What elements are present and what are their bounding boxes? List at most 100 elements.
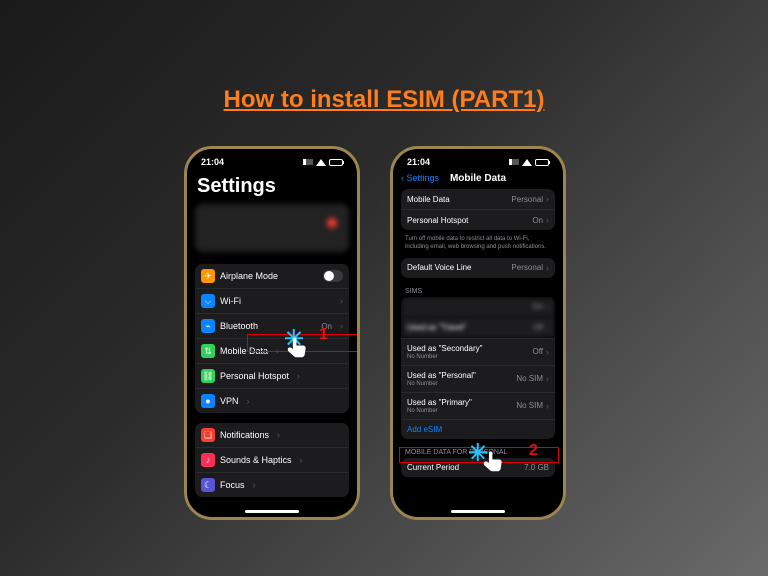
row-label: Wi-Fi <box>220 296 241 306</box>
row-sim[interactable]: Used as "Secondary"No Number Off › <box>401 338 555 365</box>
row-value: On <box>532 302 543 311</box>
row-value: Off <box>532 323 543 332</box>
nav-title: Mobile Data <box>401 173 555 184</box>
settings-heading: Settings <box>195 171 349 204</box>
pointer-hand-icon <box>283 335 311 363</box>
link-icon: ⛓ <box>201 369 215 383</box>
chevron-right-icon: › <box>546 374 549 384</box>
group-voice-line: Default Voice Line Personal › <box>401 258 555 278</box>
row-label: Mobile Data <box>407 195 450 204</box>
row-label: Used as "Travel" <box>407 323 466 332</box>
phone-mobile-data: 21:04 ‹ Settings Mobile Data Mobile Data… <box>390 146 566 520</box>
row-value: No SIM <box>516 374 543 383</box>
nav-header: ‹ Settings Mobile Data <box>401 171 555 189</box>
chevron-right-icon: › <box>546 347 549 357</box>
row-value: Off <box>532 347 543 356</box>
status-bar: 21:04 <box>401 155 555 171</box>
airplane-icon: ✈ <box>201 269 215 283</box>
account-row-blurred[interactable] <box>195 204 349 252</box>
row-personal-hotspot[interactable]: Personal Hotspot On › <box>401 209 555 230</box>
section-sims: SIMs <box>401 282 555 297</box>
battery-icon <box>535 159 549 166</box>
row-mobile-data-line[interactable]: Mobile Data Personal › <box>401 189 555 209</box>
row-add-esim[interactable]: Add eSIM <box>401 419 555 439</box>
row-label: Default Voice Line <box>407 263 472 272</box>
group-mobile-data: Mobile Data Personal › Personal Hotspot … <box>401 189 555 230</box>
row-label: Personal Hotspot <box>220 371 289 381</box>
row-sim[interactable]: Used as "Travel" Off › <box>401 317 555 338</box>
chevron-right-icon: › <box>340 296 343 306</box>
status-right <box>303 159 343 166</box>
row-sounds[interactable]: ♪ Sounds & Haptics › <box>195 447 349 472</box>
row-label: Focus <box>220 480 245 490</box>
add-esim-label: Add eSIM <box>407 425 442 434</box>
badge-icon <box>327 218 337 228</box>
row-airplane-mode[interactable]: ✈ Airplane Mode <box>195 264 349 288</box>
row-label: Bluetooth <box>220 321 258 331</box>
chevron-right-icon: › <box>276 346 279 356</box>
bluetooth-icon: ⌁ <box>201 319 215 333</box>
settings-group-notifications: ❑ Notifications › ♪ Sounds & Haptics › ☾… <box>195 423 349 497</box>
row-value: No SIM <box>516 401 543 410</box>
phone-pair: 21:04 Settings ✈ Airplane Mode ⌵ Wi-Fi › <box>184 146 566 520</box>
wifi-icon <box>522 159 532 166</box>
row-wifi[interactable]: ⌵ Wi-Fi › <box>195 288 349 313</box>
chevron-right-icon: › <box>546 302 549 312</box>
row-label: VPN <box>220 396 239 406</box>
row-value: On <box>532 216 543 225</box>
group-sims: On › Used as "Travel" Off › Used as "Sec… <box>401 297 555 439</box>
globe-icon: ● <box>201 394 215 408</box>
row-sub: No Number <box>407 408 472 414</box>
row-value: Personal <box>511 263 543 272</box>
chevron-right-icon: › <box>300 455 303 465</box>
chevron-right-icon: › <box>247 396 250 406</box>
row-sub: No Number <box>407 381 476 387</box>
callout-number-1: 1 <box>319 327 328 343</box>
home-indicator[interactable] <box>451 510 505 513</box>
row-sim[interactable]: Used as "Primary"No Number No SIM › <box>401 392 555 419</box>
chevron-right-icon: › <box>546 323 549 333</box>
row-focus[interactable]: ☾ Focus › <box>195 472 349 497</box>
chevron-right-icon: › <box>546 194 549 204</box>
chevron-right-icon: › <box>546 263 549 273</box>
row-sim[interactable]: Used as "Personal"No Number No SIM › <box>401 365 555 392</box>
row-vpn[interactable]: ● VPN › <box>195 388 349 413</box>
antenna-icon: ⇅ <box>201 344 215 358</box>
battery-icon <box>329 159 343 166</box>
home-indicator[interactable] <box>245 510 299 513</box>
chevron-right-icon: › <box>277 430 280 440</box>
row-value: Personal <box>511 195 543 204</box>
chevron-right-icon: › <box>546 215 549 225</box>
clock: 21:04 <box>201 157 224 167</box>
row-label: Used as "Primary" <box>407 398 472 407</box>
signal-icon <box>303 159 313 165</box>
signal-icon <box>509 159 519 165</box>
wifi-icon <box>316 159 326 166</box>
wifi-icon: ⌵ <box>201 294 215 308</box>
row-label: Sounds & Haptics <box>220 455 292 465</box>
status-bar: 21:04 <box>195 155 349 171</box>
phone-settings: 21:04 Settings ✈ Airplane Mode ⌵ Wi-Fi › <box>184 146 360 520</box>
row-sim[interactable]: On › <box>401 297 555 317</box>
bell-icon: ❑ <box>201 428 215 442</box>
moon-icon: ☾ <box>201 478 215 492</box>
row-personal-hotspot[interactable]: ⛓ Personal Hotspot › <box>195 363 349 388</box>
row-label: Notifications <box>220 430 269 440</box>
clock: 21:04 <box>407 157 430 167</box>
chevron-right-icon: › <box>340 321 343 331</box>
row-default-voice-line[interactable]: Default Voice Line Personal › <box>401 258 555 278</box>
chevron-right-icon: › <box>297 371 300 381</box>
row-label: Mobile Data <box>220 346 268 356</box>
row-label: Personal Hotspot <box>407 216 468 225</box>
row-label: Current Period <box>407 463 459 472</box>
chevron-right-icon: › <box>253 480 256 490</box>
callout-number-2: 2 <box>529 443 538 459</box>
row-value: 7.0 GB <box>524 463 549 472</box>
row-label: Airplane Mode <box>220 271 278 281</box>
status-right <box>509 159 549 166</box>
speaker-icon: ♪ <box>201 453 215 467</box>
row-notifications[interactable]: ❑ Notifications › <box>195 423 349 447</box>
row-label: Used as "Personal" <box>407 371 476 380</box>
pointer-hand-icon <box>479 449 507 477</box>
airplane-toggle[interactable] <box>323 270 343 282</box>
